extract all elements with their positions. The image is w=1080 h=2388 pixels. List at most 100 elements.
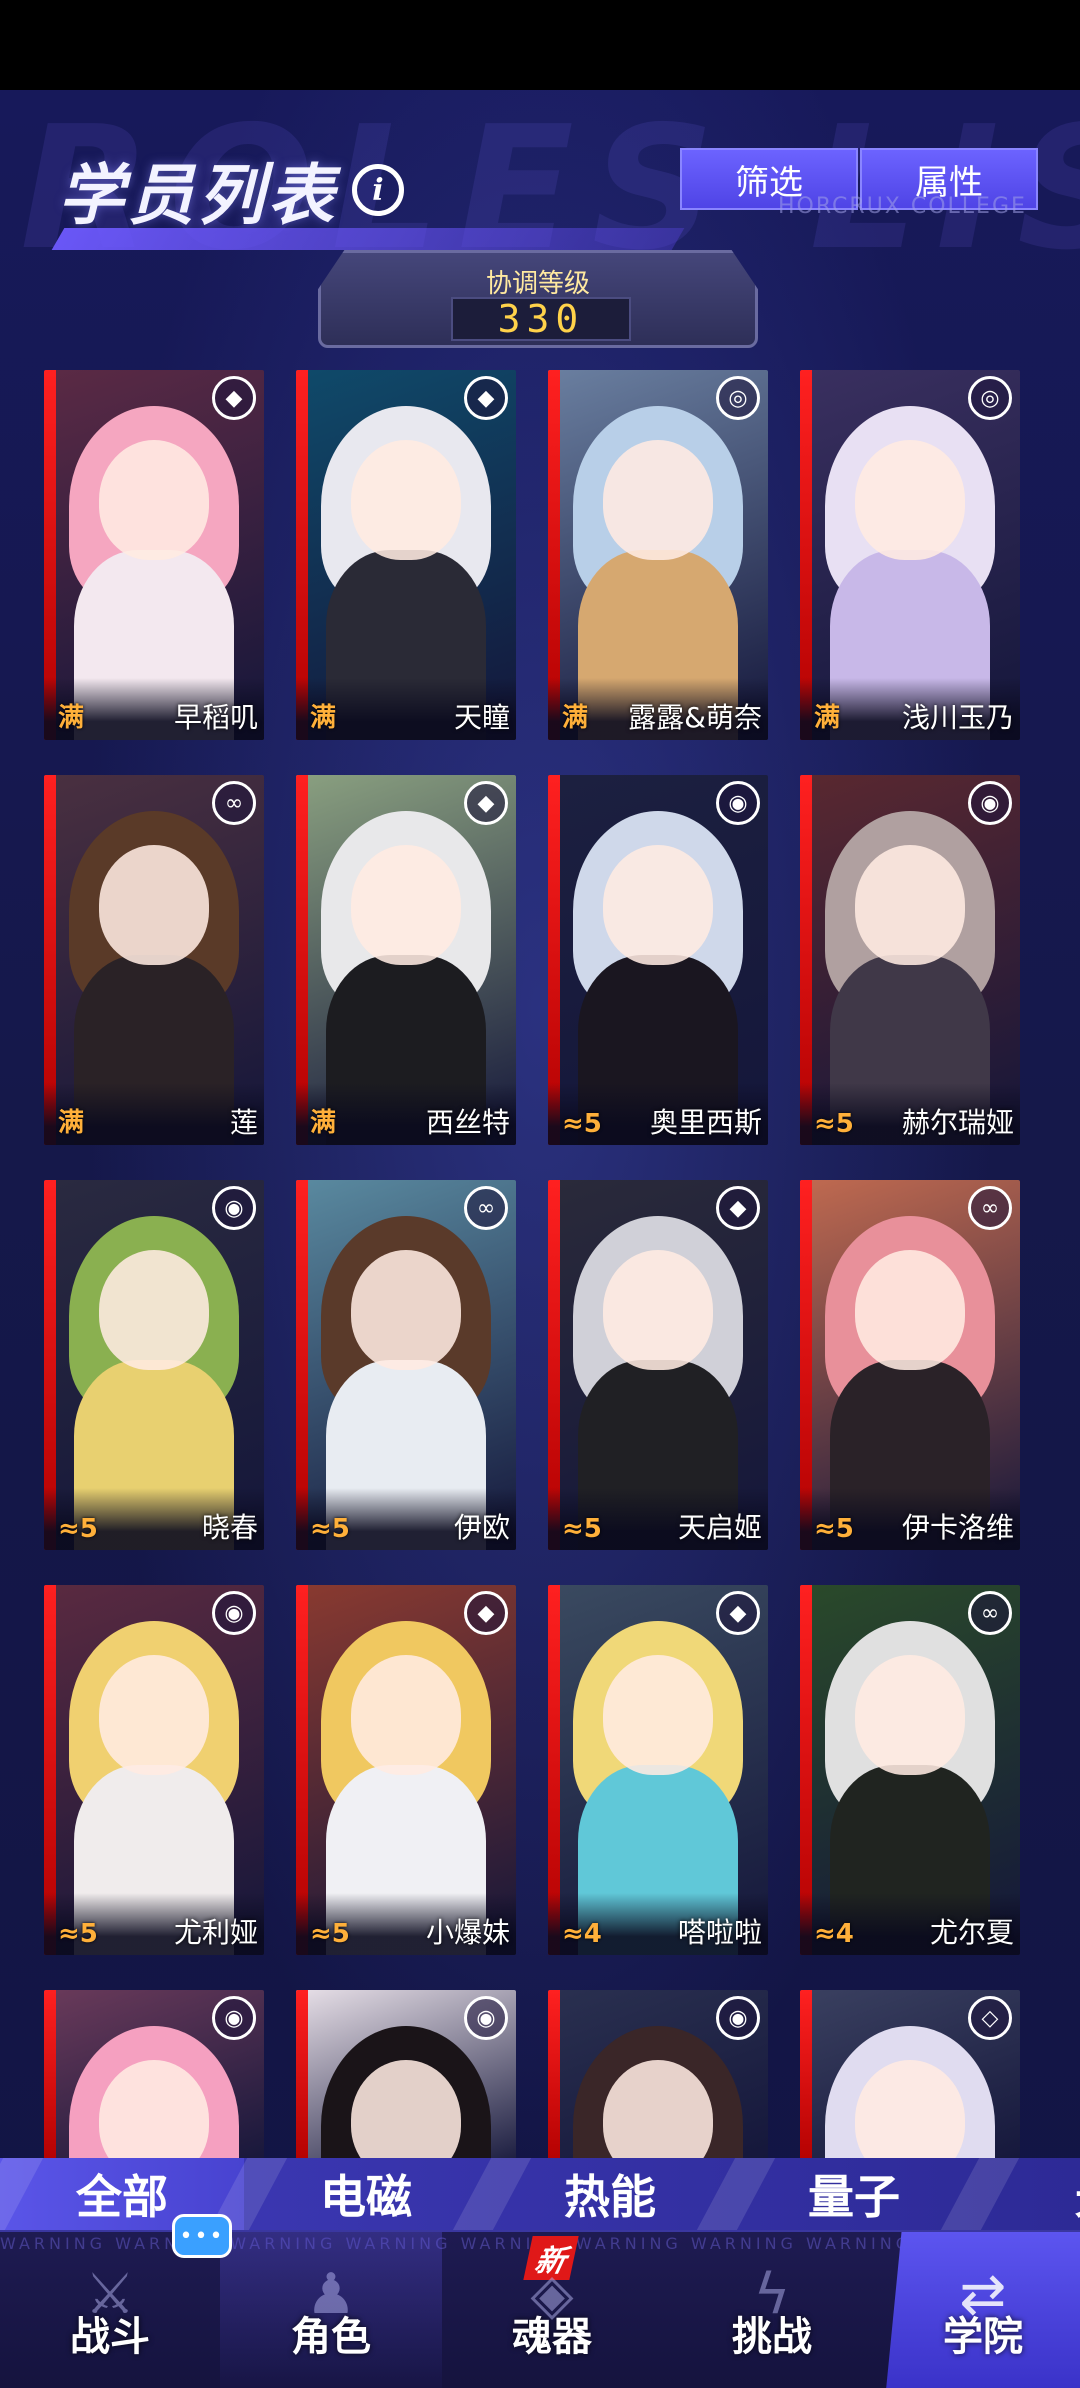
portrait-face bbox=[351, 2060, 461, 2170]
card-rank: 满 bbox=[58, 1108, 85, 1138]
college-label: HORCRUX COLLEGE bbox=[778, 194, 1027, 219]
card-name: 晓春 bbox=[201, 1511, 258, 1544]
quantum-attribute-icon: ◆ bbox=[464, 781, 508, 825]
portrait-face bbox=[351, 440, 461, 560]
character-card[interactable]: ◉ ≈5 赫尔瑞娅 bbox=[800, 775, 1020, 1145]
portrait-face bbox=[603, 2060, 713, 2170]
character-card[interactable]: ◆ ≈5 天启姬 bbox=[548, 1180, 768, 1550]
character-card[interactable]: ∞ 满 莲 bbox=[44, 775, 264, 1145]
thermal-attribute-icon: ◉ bbox=[464, 1996, 508, 2040]
portrait-face bbox=[855, 440, 965, 560]
nav-characters[interactable]: ♟ 角色 bbox=[220, 2232, 442, 2388]
card-rank: 满 bbox=[310, 703, 337, 733]
card-rank: ≈5 bbox=[310, 1919, 350, 1949]
filter-tab[interactable]: 光 bbox=[976, 2158, 1080, 2230]
coordination-level-value: 330 bbox=[497, 297, 585, 341]
card-rank: ≈5 bbox=[58, 1919, 98, 1949]
electric-attribute-icon: ∞ bbox=[464, 1186, 508, 1230]
card-rank: ≈4 bbox=[814, 1919, 854, 1949]
character-card[interactable]: ◉ ≈5 尤利娅 bbox=[44, 1585, 264, 1955]
light-attribute-icon: ◇ bbox=[968, 1996, 1012, 2040]
roster-screen: ROLES LIST 学员列表 i 筛选 属性 HORCRUX COLLEGE … bbox=[0, 90, 1080, 2388]
card-name: 露露&萌奈 bbox=[628, 701, 762, 734]
portrait-face bbox=[351, 1250, 461, 1370]
card-rank: 满 bbox=[58, 703, 85, 733]
character-card[interactable]: ◆ 满 西丝特 bbox=[296, 775, 516, 1145]
element-filter-bar: 全部电磁热能量子光 bbox=[0, 2158, 1080, 2230]
coordination-level-box: 330 bbox=[451, 297, 631, 341]
card-rank: 满 bbox=[310, 1108, 337, 1138]
card-name: 浅川玉乃 bbox=[901, 701, 1014, 734]
portrait-face bbox=[603, 1250, 713, 1370]
thermal-attribute-icon: ◉ bbox=[716, 1996, 760, 2040]
card-name: 赫尔瑞娅 bbox=[901, 1106, 1014, 1139]
character-card[interactable]: ◉ bbox=[44, 1990, 264, 2170]
electric-attribute-icon: ∞ bbox=[968, 1186, 1012, 1230]
character-card[interactable]: ◆ 满 早稻叽 bbox=[44, 370, 264, 740]
card-name: 嗒啦啦 bbox=[677, 1916, 762, 1949]
academy-icon: ⇄ bbox=[959, 2262, 1007, 2327]
character-card[interactable]: ◉ bbox=[296, 1990, 516, 2170]
character-card[interactable]: ◆ ≈4 嗒啦啦 bbox=[548, 1585, 768, 1955]
card-rank: ≈5 bbox=[58, 1514, 98, 1544]
card-edge-bar bbox=[44, 1990, 56, 2170]
coordination-level-label: 协调等级 bbox=[485, 269, 590, 299]
card-name: 早稻叽 bbox=[173, 701, 258, 734]
card-name: 西丝特 bbox=[425, 1106, 510, 1139]
card-name: 天瞳 bbox=[453, 701, 510, 734]
card-name: 天启姬 bbox=[677, 1511, 762, 1544]
card-edge-bar bbox=[296, 1990, 308, 2170]
character-card[interactable]: ∞ ≈4 尤尔夏 bbox=[800, 1585, 1020, 1955]
portrait-face bbox=[603, 1655, 713, 1775]
quantum-attribute-icon: ◆ bbox=[464, 1591, 508, 1635]
portrait-face bbox=[351, 845, 461, 965]
nav-challenge[interactable]: ϟ 挑战 bbox=[662, 2232, 882, 2388]
character-card[interactable]: ∞ ≈5 伊欧 bbox=[296, 1180, 516, 1550]
card-rank: ≈4 bbox=[562, 1919, 602, 1949]
portrait-face bbox=[99, 1250, 209, 1370]
void-attribute-icon: ◎ bbox=[716, 376, 760, 420]
title-underline bbox=[51, 228, 685, 250]
character-card[interactable]: ◉ ≈5 晓春 bbox=[44, 1180, 264, 1550]
character-card[interactable]: ◆ 满 天瞳 bbox=[296, 370, 516, 740]
info-icon[interactable]: i bbox=[352, 164, 404, 216]
portrait-face bbox=[99, 440, 209, 560]
character-card[interactable]: ◆ ≈5 小爆妹 bbox=[296, 1585, 516, 1955]
card-rank: 满 bbox=[814, 703, 841, 733]
thermal-attribute-icon: ◉ bbox=[716, 781, 760, 825]
card-name: 伊欧 bbox=[453, 1511, 510, 1544]
filter-tab[interactable]: 电磁 bbox=[244, 2158, 488, 2230]
character-card[interactable]: ∞ ≈5 伊卡洛维 bbox=[800, 1180, 1020, 1550]
portrait-face bbox=[99, 2060, 209, 2170]
card-name: 伊卡洛维 bbox=[901, 1511, 1014, 1544]
filter-tab[interactable]: 量子 bbox=[732, 2158, 976, 2230]
nav-academy[interactable]: ⇄ 学院 bbox=[886, 2232, 1080, 2388]
challenge-icon: ϟ bbox=[753, 2262, 791, 2327]
character-card[interactable]: ◉ bbox=[548, 1990, 768, 2170]
card-edge-bar bbox=[800, 1990, 812, 2170]
nav-soul-vessel[interactable]: 新 ◈ 魂器 bbox=[442, 2232, 662, 2388]
page-title: 学员列表 bbox=[58, 157, 338, 234]
card-rank: ≈5 bbox=[814, 1109, 854, 1139]
quantum-attribute-icon: ◆ bbox=[716, 1186, 760, 1230]
character-card[interactable]: ◉ ≈5 奥里西斯 bbox=[548, 775, 768, 1145]
portrait-face bbox=[603, 845, 713, 965]
card-name: 奥里西斯 bbox=[649, 1106, 762, 1139]
card-rank: 满 bbox=[562, 703, 589, 733]
chat-bubble-icon[interactable]: ••• bbox=[172, 2214, 232, 2258]
electric-attribute-icon: ∞ bbox=[212, 781, 256, 825]
card-name: 小爆妹 bbox=[425, 1916, 510, 1949]
card-name: 尤利娅 bbox=[173, 1916, 258, 1949]
card-rank: ≈5 bbox=[562, 1514, 602, 1544]
character-card[interactable]: ◇ bbox=[800, 1990, 1020, 2170]
character-card[interactable]: ◎ 满 浅川玉乃 bbox=[800, 370, 1020, 740]
card-edge-bar bbox=[548, 1990, 560, 2170]
card-name: 莲 bbox=[229, 1106, 258, 1139]
filter-tab[interactable]: 热能 bbox=[488, 2158, 732, 2230]
portrait-face bbox=[855, 2060, 965, 2170]
portrait-face bbox=[99, 845, 209, 965]
card-rank: ≈5 bbox=[814, 1514, 854, 1544]
character-card[interactable]: ◎ 满 露露&萌奈 bbox=[548, 370, 768, 740]
thermal-attribute-icon: ◉ bbox=[212, 1996, 256, 2040]
bottom-nav: WARNING WARNING WARNING WARNING WARNING … bbox=[0, 2230, 1080, 2388]
